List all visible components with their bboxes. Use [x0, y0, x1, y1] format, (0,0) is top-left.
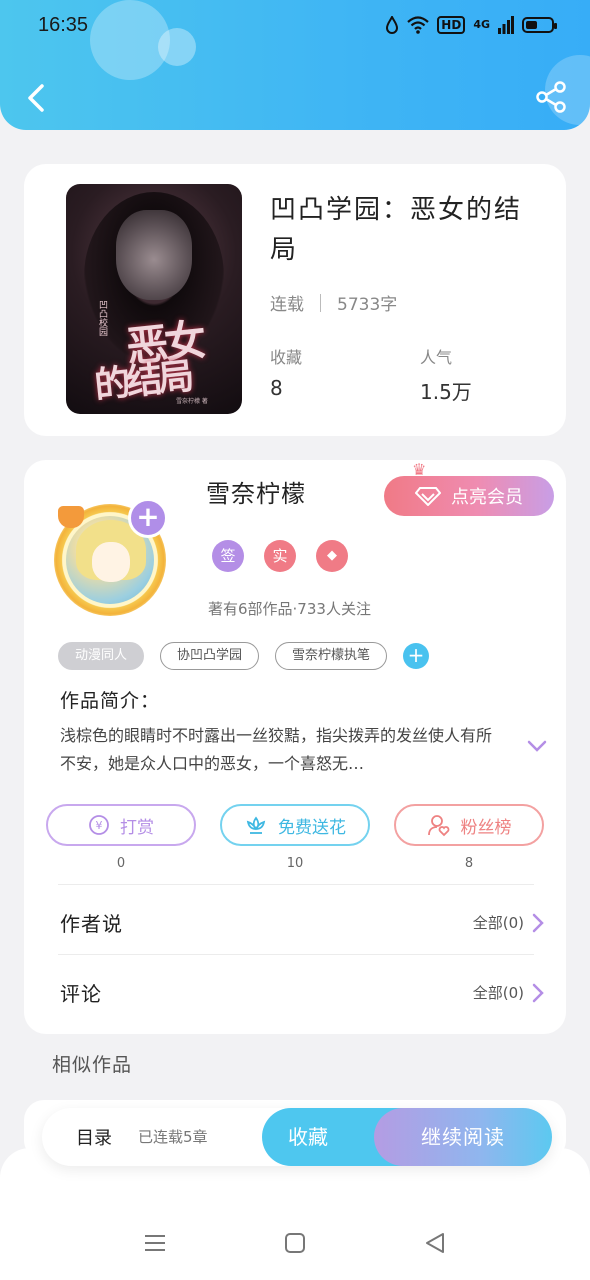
comments-link[interactable]: 全部(0) — [473, 982, 544, 1003]
flower-icon — [246, 816, 266, 834]
fans-rank-label: 粉丝榜 — [460, 817, 512, 838]
fans-rank-button[interactable]: 粉丝榜 — [394, 804, 544, 846]
favorites-value: 8 — [270, 376, 283, 400]
bottom-action-bar: 目录 已连载5章 收藏 继续阅读 — [42, 1108, 552, 1166]
favorites-label: 收藏 — [270, 348, 303, 367]
divider — [58, 954, 534, 955]
follow-plus-button[interactable]: + — [128, 498, 168, 538]
hd-icon: HD — [437, 16, 466, 34]
diamond-icon — [415, 487, 441, 506]
intro-label: 作品简介： — [60, 690, 161, 712]
send-flower-label: 免费送花 — [278, 817, 346, 838]
intro-text: 浅棕色的眼睛时不时露出一丝狡黠，指尖拨弄的发丝使人有所不安，她是众人口中的恶女，… — [60, 726, 493, 773]
tag-item[interactable]: 协凹凸学园 — [160, 642, 260, 670]
word-count: 5733字 — [337, 295, 398, 315]
header: 16:35 HD 4G — [0, 0, 590, 130]
book-cover[interactable]: 凹凸校园 恶女 的结局 雪奈柠檬 著 — [66, 184, 242, 414]
share-button[interactable] — [534, 80, 568, 114]
verified-badge-icon: 实 — [264, 540, 296, 572]
tip-button[interactable]: ¥ 打赏 — [46, 804, 196, 846]
level-badge-icon — [58, 506, 84, 528]
book-status: 连载 — [270, 295, 304, 315]
signed-badge-icon: 签 — [212, 540, 244, 572]
comments-count: 全部(0) — [472, 984, 524, 1002]
author-name: 雪奈柠檬 — [206, 480, 306, 508]
home-icon[interactable] — [284, 1232, 306, 1254]
cover-art — [116, 210, 192, 300]
vip-label: 点亮会员 — [451, 487, 523, 508]
tip-count: 0 — [116, 856, 126, 871]
book-meta: 连载 5733字 — [270, 290, 397, 315]
back-icon[interactable] — [424, 1232, 446, 1254]
tag-list: 动漫同人 协凹凸学园 雪奈柠檬执笔 + — [58, 642, 430, 670]
wifi-icon — [407, 16, 430, 34]
author-badges: 签 实 ◆ — [212, 540, 348, 572]
add-tag-button[interactable]: + — [403, 643, 430, 669]
tip-label: 打赏 — [120, 817, 154, 838]
fans-count: 8 — [464, 856, 474, 871]
chevron-right-icon — [532, 913, 544, 932]
menu-icon[interactable] — [144, 1232, 166, 1254]
fans-icon — [427, 815, 449, 837]
toc-count: 已连载5章 — [138, 1128, 208, 1146]
expand-chevron-icon[interactable] — [526, 738, 548, 754]
author-says-link[interactable]: 全部(0) — [473, 912, 544, 933]
avatar-art — [92, 542, 130, 582]
toc-button[interactable]: 目录 — [76, 1124, 112, 1150]
yen-coin-icon: ¥ — [89, 815, 109, 835]
cover-author: 雪奈柠檬 著 — [176, 398, 208, 405]
comments-label: 评论 — [60, 982, 102, 1006]
author-says-count: 全部(0) — [472, 914, 524, 932]
status-icons: HD 4G — [385, 14, 557, 36]
popularity-label: 人气 — [420, 348, 453, 367]
flower-count: 10 — [286, 856, 304, 871]
battery-icon — [522, 17, 557, 33]
author-card: + 雪奈柠檬 ♛ 点亮会员 签 实 ◆ 著有6部作品·733人关注 动漫同人 协… — [24, 460, 566, 1034]
author-meta: 著有6部作品·733人关注 — [208, 600, 371, 618]
signal-icon — [498, 16, 514, 34]
svg-text:¥: ¥ — [96, 819, 103, 832]
book-title: 凹凸学园：恶女的结局 — [270, 195, 523, 265]
status-time: 16:35 — [38, 14, 89, 36]
popularity-value: 1.5万 — [420, 380, 472, 404]
network-label: 4G — [473, 18, 490, 31]
back-button[interactable] — [18, 78, 54, 118]
send-flower-button[interactable]: 免费送花 — [220, 804, 370, 846]
chevron-right-icon — [532, 983, 544, 1002]
tag-item[interactable]: 动漫同人 — [58, 642, 145, 670]
divider — [58, 884, 534, 885]
book-info-card: 凹凸校园 恶女 的结局 雪奈柠檬 著 凹凸学园：恶女的结局 连载 5733字 收… — [24, 164, 566, 436]
tag-item[interactable]: 雪奈柠檬执笔 — [275, 642, 388, 670]
diamond-badge-icon: ◆ — [316, 540, 348, 572]
system-nav-bar — [0, 1222, 590, 1266]
decor-bubble — [158, 28, 196, 66]
author-says-label: 作者说 — [60, 912, 123, 936]
similar-works-heading: 相似作品 — [52, 1054, 133, 1076]
vip-button[interactable]: 点亮会员 — [384, 476, 554, 516]
dnd-icon — [386, 16, 399, 34]
divider — [320, 293, 321, 312]
cover-series: 凹凸校园 — [97, 300, 107, 336]
continue-reading-button[interactable]: 继续阅读 — [374, 1108, 552, 1166]
